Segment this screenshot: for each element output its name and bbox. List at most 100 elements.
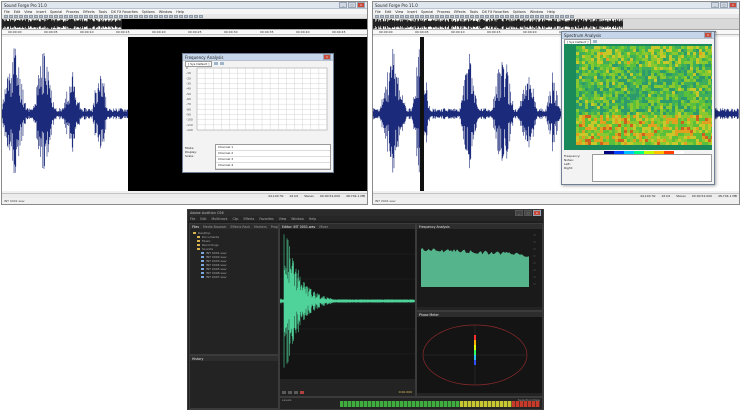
toolbar-button-icon[interactable]	[104, 14, 108, 18]
frequency-spectrum[interactable]	[417, 229, 542, 307]
toolbar-button-icon[interactable]	[430, 14, 434, 18]
toolbar-button-icon[interactable]	[520, 14, 524, 18]
record-icon[interactable]	[300, 391, 304, 394]
stop-icon[interactable]	[282, 391, 286, 394]
panel-tab[interactable]: Files	[192, 225, 199, 229]
toolbar-button-icon[interactable]	[560, 14, 564, 18]
toolbar-button-icon[interactable]	[445, 14, 449, 18]
pause-icon[interactable]	[294, 391, 298, 394]
file-tree[interactable]: Desktop Documents Music Recordings Sounds INT…	[190, 229, 278, 281]
menu-item[interactable]: Insert	[36, 10, 46, 14]
toolbar-button-icon[interactable]	[395, 14, 399, 18]
maximize-icon[interactable]: □	[524, 210, 532, 216]
toolbar-button-icon[interactable]	[154, 14, 158, 18]
toolbar-button-icon[interactable]	[425, 14, 429, 18]
menu-item[interactable]: File	[190, 217, 195, 221]
left-file-tab[interactable]: INT 0001.wav	[4, 199, 25, 203]
toolbar-button-icon[interactable]	[515, 14, 519, 18]
file-row[interactable]: INT 0007.wav	[193, 275, 275, 279]
menu-item[interactable]: Insert	[407, 10, 417, 14]
menu-item[interactable]: Edit	[200, 217, 206, 221]
toolbar-button-icon[interactable]	[29, 14, 33, 18]
audition-waveform[interactable]	[280, 229, 415, 379]
toolbar-button-icon[interactable]	[134, 14, 138, 18]
play-icon[interactable]	[288, 391, 292, 394]
toolbar-button-icon[interactable]	[490, 14, 494, 18]
toolbar-button-icon[interactable]	[59, 14, 63, 18]
menu-item[interactable]: Edit	[14, 10, 21, 14]
toolbar-button-icon[interactable]	[470, 14, 474, 18]
toolbar-button-icon[interactable]	[69, 14, 73, 18]
menu-item[interactable]: View	[395, 10, 403, 14]
spectrogram[interactable]	[564, 44, 712, 150]
toolbar-button-icon[interactable]	[525, 14, 529, 18]
toolbar-button-icon[interactable]	[555, 14, 559, 18]
close-icon[interactable]: ×	[323, 54, 331, 60]
panel-tab[interactable]: Effects Rack	[231, 225, 251, 229]
toolbar-button-icon[interactable]	[199, 14, 203, 18]
dialog-preset-select[interactable]: [ Sys Default ]	[185, 60, 213, 67]
menu-item[interactable]: Effects	[454, 10, 466, 14]
toolbar-button-icon[interactable]	[144, 14, 148, 18]
menu-item[interactable]: Edit	[385, 10, 392, 14]
toolbar-button-icon[interactable]	[495, 14, 499, 18]
menu-item[interactable]: Window	[530, 10, 543, 14]
toolbar-button-icon[interactable]	[390, 14, 394, 18]
menu-item[interactable]: Help	[547, 10, 555, 14]
toolbar-button-icon[interactable]	[34, 14, 38, 18]
menu-item[interactable]: View	[24, 10, 32, 14]
close-icon[interactable]: ×	[533, 210, 541, 216]
menu-item[interactable]: Window	[159, 10, 172, 14]
toolbar-button-icon[interactable]	[545, 14, 549, 18]
minimize-icon[interactable]: _	[339, 2, 347, 8]
toolbar-button-icon[interactable]	[24, 14, 28, 18]
toolbar-button-icon[interactable]	[570, 14, 574, 18]
menu-item[interactable]: DX FX Favorites	[111, 10, 138, 14]
maximize-icon[interactable]: □	[720, 2, 728, 8]
panel-tab[interactable]: Media Browser	[203, 225, 227, 229]
close-icon[interactable]: ×	[729, 2, 737, 8]
toolbar-button-icon[interactable]	[535, 14, 539, 18]
phase-meter[interactable]	[417, 317, 542, 393]
toolbar-button-icon[interactable]	[99, 14, 103, 18]
menu-item[interactable]: Clip	[232, 217, 238, 221]
toolbar-button-icon[interactable]	[375, 14, 379, 18]
left-overview-strip[interactable]	[2, 19, 367, 30]
menu-item[interactable]: Effects	[243, 217, 254, 221]
toolbar-button-icon[interactable]	[380, 14, 384, 18]
toolbar-button-icon[interactable]	[159, 14, 163, 18]
toolbar-button-icon[interactable]	[400, 14, 404, 18]
toolbar-button-icon[interactable]	[485, 14, 489, 18]
toolbar-button-icon[interactable]	[54, 14, 58, 18]
spectrum-preset-select[interactable]: [ Sys Default ]	[564, 38, 592, 45]
phase-meter-tab[interactable]: Phase Meter	[419, 313, 439, 317]
toolbar-button-icon[interactable]	[420, 14, 424, 18]
menu-item[interactable]: Window	[291, 217, 304, 221]
menu-item[interactable]: Options	[513, 10, 526, 14]
history-tab[interactable]: History	[192, 357, 203, 361]
toolbar-button-icon[interactable]	[465, 14, 469, 18]
frequency-analysis-tab[interactable]: Frequency Analysis	[419, 225, 450, 229]
menu-item[interactable]: Tools	[99, 10, 107, 14]
toolbar-button-icon[interactable]	[440, 14, 444, 18]
minimize-icon[interactable]: _	[515, 210, 523, 216]
menu-item[interactable]: Multitrack	[212, 217, 228, 221]
menu-item[interactable]: Help	[176, 10, 184, 14]
menu-item[interactable]: DX FX Favorites	[482, 10, 509, 14]
toolbar-button-icon[interactable]	[500, 14, 504, 18]
menu-item[interactable]: File	[375, 10, 381, 14]
editor-tab[interactable]: Editor: INT 0001.wav	[282, 225, 315, 229]
toolbar-button-icon[interactable]	[194, 14, 198, 18]
toolbar-button-icon[interactable]	[540, 14, 544, 18]
toolbar-button-icon[interactable]	[480, 14, 484, 18]
toolbar-button-icon[interactable]	[74, 14, 78, 18]
menu-item[interactable]: Special	[421, 10, 433, 14]
menu-item[interactable]: Effects	[83, 10, 95, 14]
toolbar-button-icon[interactable]	[405, 14, 409, 18]
toolbar-button-icon[interactable]	[455, 14, 459, 18]
editor-tab[interactable]: Mixer	[319, 225, 328, 229]
toolbar-button-icon[interactable]	[79, 14, 83, 18]
menu-item[interactable]: Tools	[470, 10, 478, 14]
toolbar-button-icon[interactable]	[14, 14, 18, 18]
preset-save-icon[interactable]	[593, 40, 598, 43]
